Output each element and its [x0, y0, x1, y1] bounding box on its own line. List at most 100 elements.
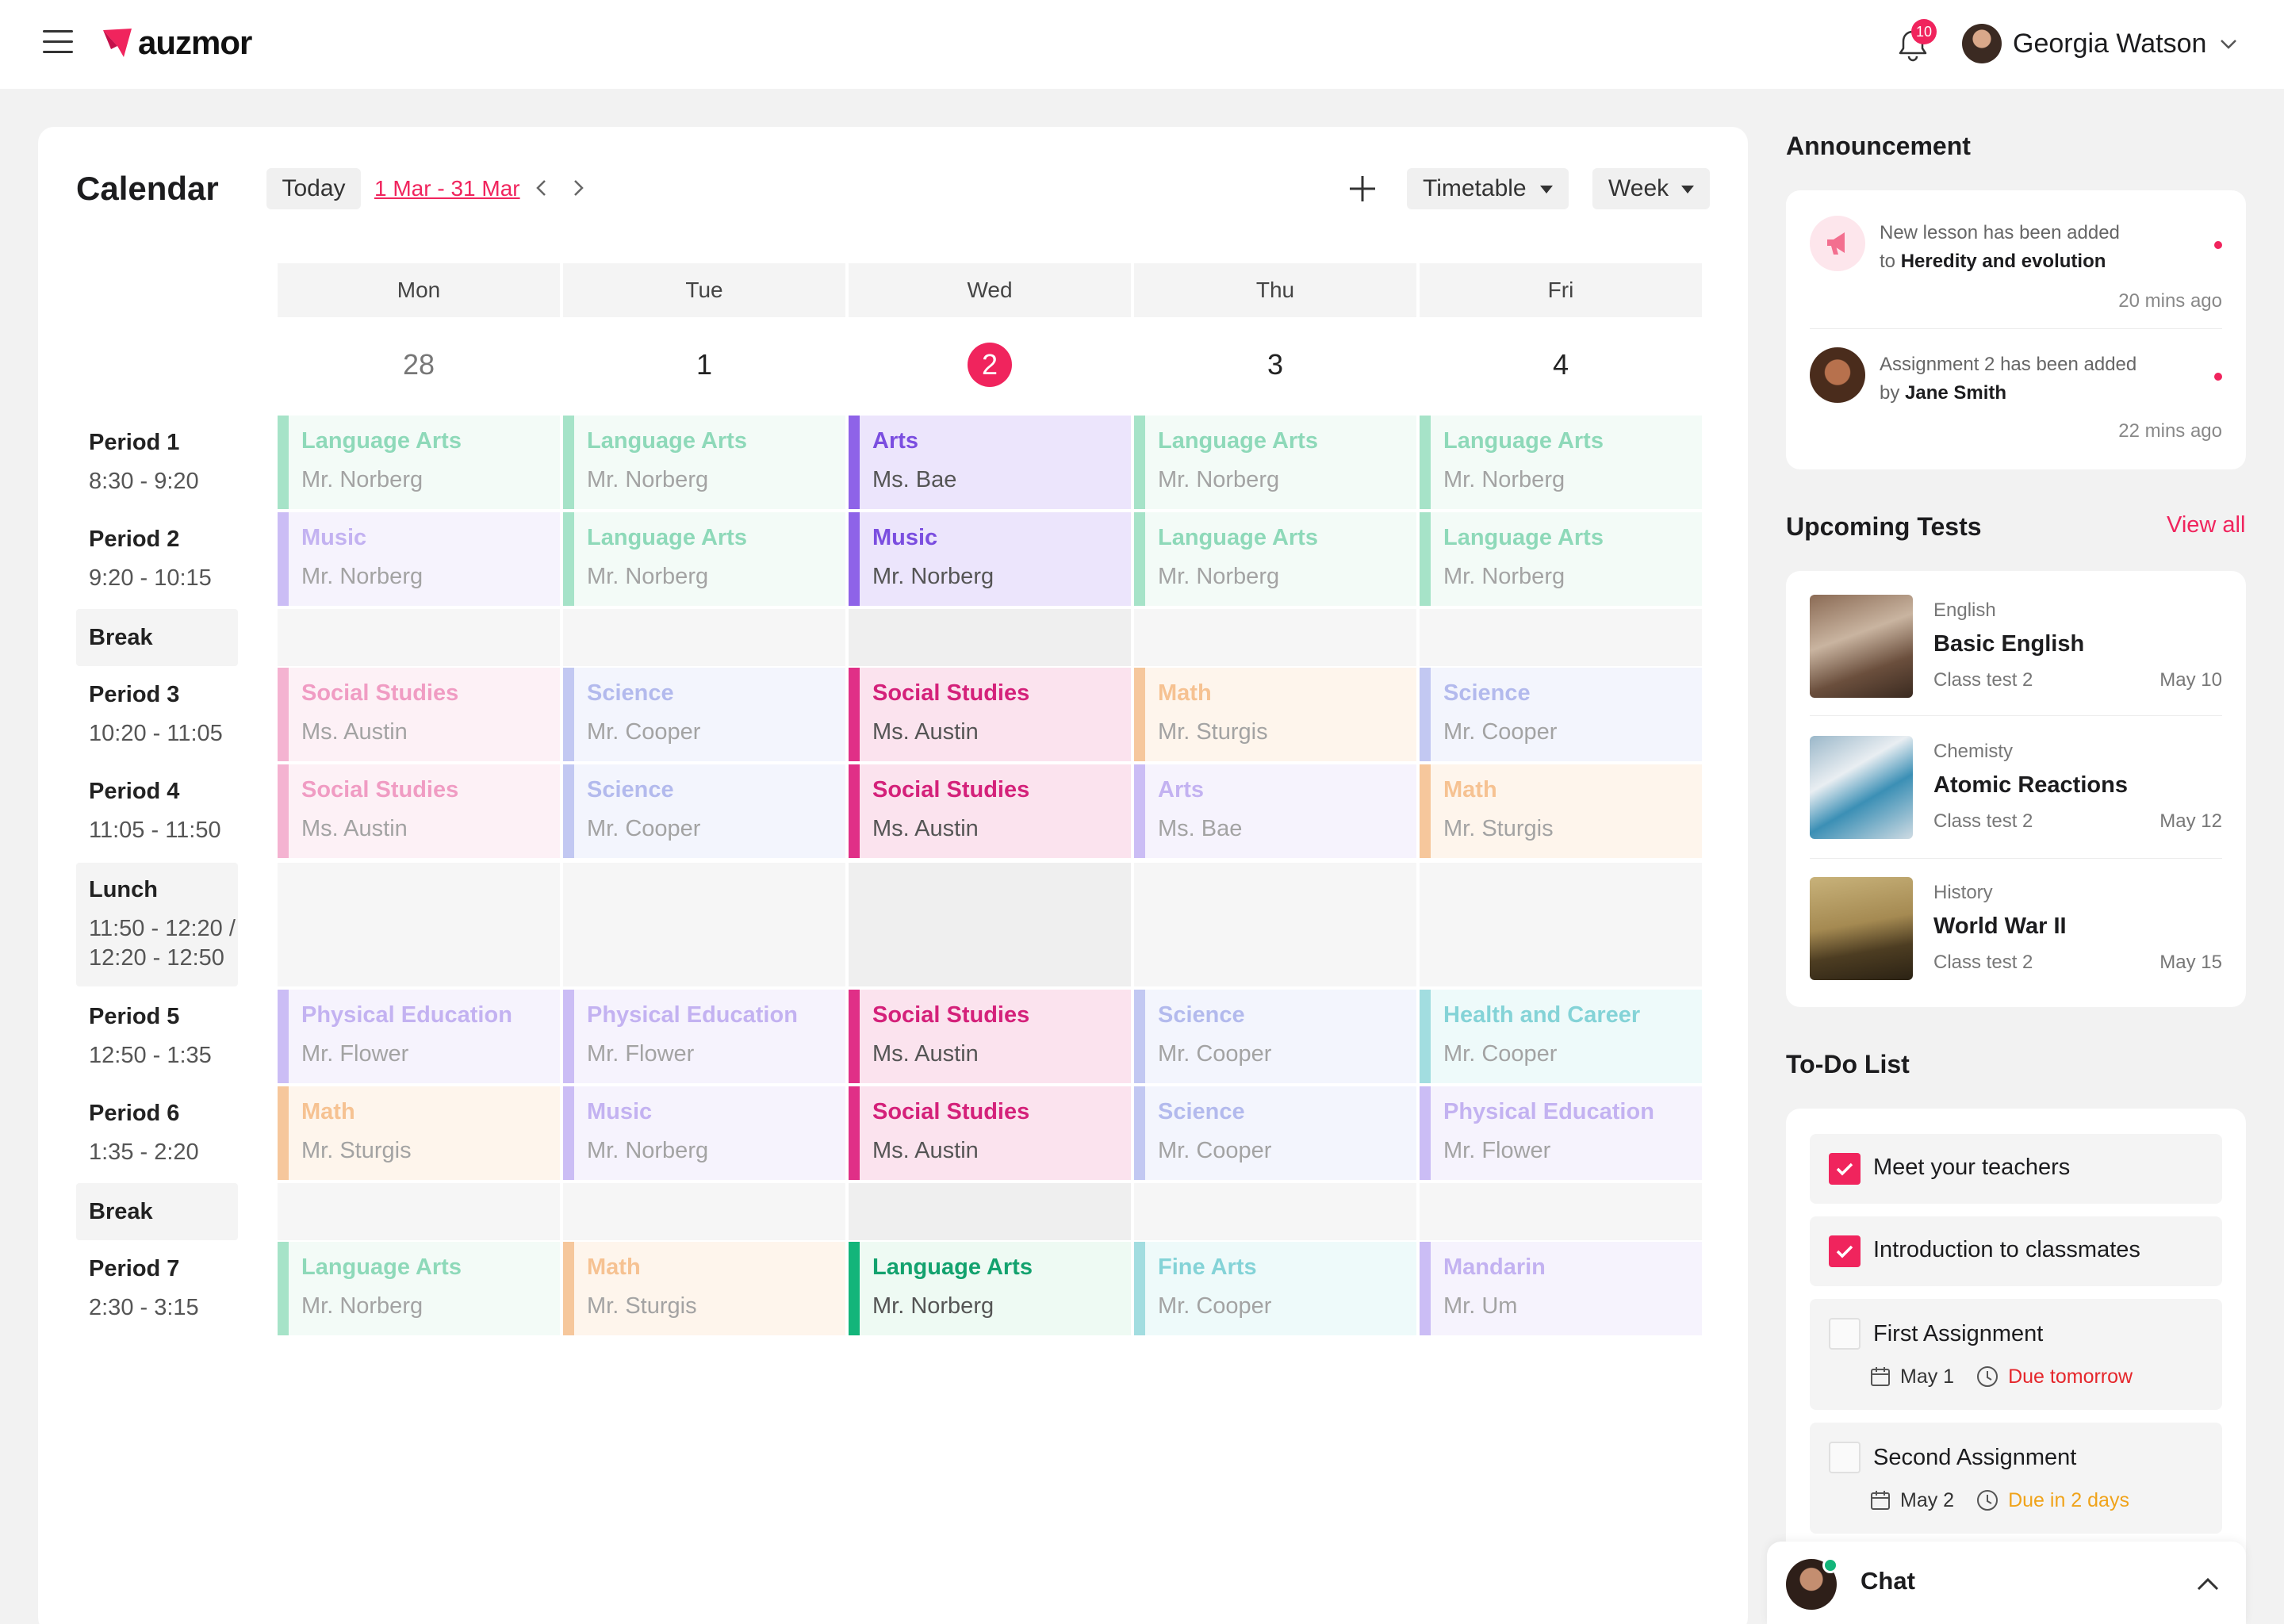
announcement-item[interactable]: Assignment 2 has been added by Jane Smit… — [1810, 347, 2222, 458]
class-cell[interactable]: Physical Education Mr. Flower — [563, 990, 845, 1083]
chat-bar[interactable]: Chat — [1767, 1542, 2246, 1624]
class-cell[interactable]: Language Arts Mr. Norberg — [1420, 416, 1702, 509]
class-cell[interactable]: Language Arts Mr. Norberg — [849, 1242, 1131, 1335]
class-cell[interactable]: Arts Ms. Bae — [1134, 764, 1416, 858]
class-cell[interactable]: Language Arts Mr. Norberg — [278, 416, 560, 509]
class-cell[interactable]: Social Studies Ms. Austin — [849, 990, 1131, 1083]
calendar-title: Calendar — [76, 170, 219, 207]
class-cell[interactable]: Language Arts Mr. Norberg — [278, 1242, 560, 1335]
class-cell[interactable]: Social Studies Ms. Austin — [849, 764, 1131, 858]
class-cell[interactable]: Social Studies Ms. Austin — [278, 668, 560, 761]
class-teacher: Mr. Cooper — [1443, 1041, 1558, 1067]
period-label: Period 6 1:35 - 2:20 — [76, 1086, 238, 1180]
user-name: Georgia Watson — [2013, 28, 2207, 59]
period-time: 12:20 - 12:50 — [89, 945, 224, 971]
user-menu[interactable]: Georgia Watson — [1962, 24, 2240, 63]
hamburger-menu-icon[interactable] — [43, 30, 73, 57]
chevron-right-icon[interactable] — [568, 176, 588, 200]
checkbox-unchecked[interactable] — [1829, 1442, 1861, 1473]
day-date[interactable]: 2 — [849, 343, 1131, 387]
todo-item[interactable]: Meet your teachers — [1810, 1134, 2222, 1204]
class-cell[interactable]: Social Studies Ms. Austin — [849, 668, 1131, 761]
todo-item[interactable]: First Assignment May 1 Due tomorrow — [1810, 1299, 2222, 1410]
class-subject: Physical Education — [587, 1002, 798, 1028]
break-slot — [563, 1183, 845, 1240]
chevron-up-icon[interactable] — [2194, 1570, 2222, 1599]
class-teacher: Mr. Norberg — [872, 564, 994, 589]
class-subject: Music — [587, 1099, 653, 1124]
lunch-slot — [278, 863, 560, 986]
class-subject: Language Arts — [1443, 428, 1604, 454]
announcement-item[interactable]: New lesson has been added to Heredity an… — [1810, 216, 2222, 327]
view-all-link[interactable]: View all — [2167, 512, 2245, 538]
checkbox-checked[interactable] — [1829, 1153, 1861, 1185]
todo-item[interactable]: Second Assignment May 2 Due in 2 days — [1810, 1423, 2222, 1534]
class-cell[interactable]: Science Mr. Cooper — [1420, 668, 1702, 761]
class-teacher: Mr. Sturgis — [587, 1293, 697, 1319]
period-time: 2:30 - 3:15 — [89, 1295, 199, 1320]
class-cell[interactable]: Science Mr. Cooper — [563, 668, 845, 761]
class-teacher: Mr. Cooper — [587, 816, 701, 841]
class-cell[interactable]: Social Studies Ms. Austin — [849, 1086, 1131, 1180]
class-teacher: Mr. Cooper — [587, 719, 701, 745]
class-cell[interactable]: Math Mr. Sturgis — [278, 1086, 560, 1180]
test-subtitle: Class test 2 — [1933, 669, 2033, 691]
view-select-value: Timetable — [1423, 175, 1527, 201]
add-event-plus-icon[interactable] — [1345, 171, 1380, 206]
view-select[interactable]: Timetable — [1407, 168, 1569, 209]
class-teacher: Ms. Austin — [301, 816, 408, 841]
caret-down-icon — [1540, 186, 1553, 193]
day-date[interactable]: 28 — [278, 343, 560, 387]
test-item[interactable]: History World War II Class test 2 May 15 — [1810, 864, 2222, 983]
checkbox-unchecked[interactable] — [1829, 1318, 1861, 1350]
class-cell[interactable]: Language Arts Mr. Norberg — [563, 512, 845, 606]
test-item[interactable]: Chemisty Atomic Reactions Class test 2 M… — [1810, 723, 2222, 842]
test-item[interactable]: English Basic English Class test 2 May 1… — [1810, 582, 2222, 701]
class-teacher: Ms. Austin — [872, 1041, 979, 1067]
class-cell[interactable]: Physical Education Mr. Flower — [278, 990, 560, 1083]
class-cell[interactable]: Health and Career Mr. Cooper — [1420, 990, 1702, 1083]
class-subject: Language Arts — [1158, 525, 1318, 550]
class-cell[interactable]: Language Arts Mr. Norberg — [1134, 512, 1416, 606]
period-label: Period 5 12:50 - 1:35 — [76, 990, 238, 1083]
announcement-avatar — [1810, 347, 1865, 403]
todo-label: Meet your teachers — [1873, 1155, 2071, 1180]
class-cell[interactable]: Science Mr. Cooper — [1134, 990, 1416, 1083]
date-range-link[interactable]: 1 Mar - 31 Mar — [374, 176, 520, 201]
class-cell[interactable]: Music Mr. Norberg — [563, 1086, 845, 1180]
class-cell[interactable]: Music Mr. Norberg — [278, 512, 560, 606]
class-cell[interactable]: Arts Ms. Bae — [849, 416, 1131, 509]
class-subject: Science — [1158, 1002, 1245, 1028]
period-label: Break — [76, 609, 238, 666]
class-cell[interactable]: Music Mr. Norberg — [849, 512, 1131, 606]
class-teacher: Mr. Norberg — [1443, 564, 1565, 589]
class-cell[interactable]: Language Arts Mr. Norberg — [563, 416, 845, 509]
class-cell[interactable]: Science Mr. Cooper — [563, 764, 845, 858]
class-cell[interactable]: Math Mr. Sturgis — [1420, 764, 1702, 858]
announcement-heading: Announcement — [1786, 132, 1971, 160]
class-subject: Health and Career — [1443, 1002, 1641, 1028]
class-cell[interactable]: Language Arts Mr. Norberg — [1420, 512, 1702, 606]
day-date[interactable]: 4 — [1420, 343, 1702, 387]
today-button[interactable]: Today — [266, 168, 361, 209]
class-subject: Physical Education — [301, 1002, 512, 1028]
brand-logo[interactable]: auzmor — [100, 24, 252, 62]
class-cell[interactable]: Mandarin Mr. Um — [1420, 1242, 1702, 1335]
day-date[interactable]: 3 — [1134, 343, 1416, 387]
brand-name: auzmor — [138, 24, 252, 61]
class-cell[interactable]: Fine Arts Mr. Cooper — [1134, 1242, 1416, 1335]
class-cell[interactable]: Math Mr. Sturgis — [1134, 668, 1416, 761]
class-cell[interactable]: Language Arts Mr. Norberg — [1134, 416, 1416, 509]
day-date[interactable]: 1 — [563, 343, 845, 387]
class-cell[interactable]: Social Studies Ms. Austin — [278, 764, 560, 858]
class-teacher: Mr. Norberg — [1443, 467, 1565, 492]
class-cell[interactable]: Science Mr. Cooper — [1134, 1086, 1416, 1180]
period-select[interactable]: Week — [1592, 168, 1710, 209]
checkbox-checked[interactable] — [1829, 1235, 1861, 1267]
chevron-left-icon[interactable] — [531, 176, 552, 200]
todo-label: Introduction to classmates — [1873, 1237, 2140, 1262]
class-cell[interactable]: Math Mr. Sturgis — [563, 1242, 845, 1335]
class-cell[interactable]: Physical Education Mr. Flower — [1420, 1086, 1702, 1180]
todo-item[interactable]: Introduction to classmates — [1810, 1216, 2222, 1286]
period-name: Break — [89, 1199, 153, 1224]
